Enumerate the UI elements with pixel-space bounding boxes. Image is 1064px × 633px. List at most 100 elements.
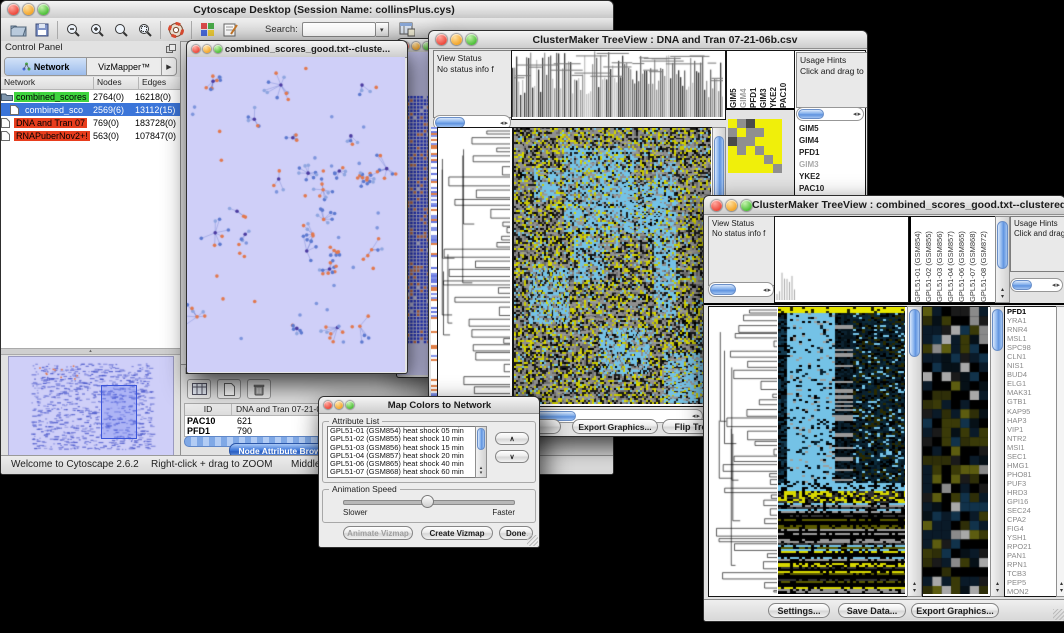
gene-label[interactable]: SEC1 [1007, 452, 1058, 461]
search-input[interactable] [302, 22, 376, 37]
vizmapper-button[interactable] [195, 20, 219, 40]
tv2-action-button[interactable]: Export Graphics... [911, 603, 999, 618]
tv1-row-label[interactable]: GIM4 [799, 135, 824, 147]
attribute-list-item[interactable]: GPL51-03 (GSM856) heat shock 15 min [328, 444, 486, 452]
matrix-cell[interactable] [746, 128, 755, 137]
network-list-row[interactable]: DNA and Tran 07 769(0) 183728(0) [1, 116, 180, 129]
matrix-cell[interactable] [746, 155, 755, 164]
move-down-button[interactable]: ∨ [495, 450, 529, 463]
matrix-cell[interactable] [737, 137, 746, 146]
scroll-left-icon[interactable]: ◂ [500, 119, 504, 127]
gene-label[interactable]: RPN1 [1007, 560, 1058, 569]
matrix-cell[interactable] [773, 119, 782, 128]
close-button[interactable] [436, 34, 447, 45]
delete-attribute-button[interactable] [247, 379, 271, 399]
tv2-column-label[interactable]: GPL51-01 (GSM854) [913, 220, 924, 302]
tv2-column-label[interactable]: GPL51-07 (GSM868) [968, 220, 979, 302]
matrix-cell[interactable] [746, 146, 755, 155]
tv2-column-label[interactable]: GPL51-03 (GSM856) [935, 220, 946, 302]
matrix-cell[interactable] [746, 119, 755, 128]
tv2-column-label[interactable]: GPL51-06 (GSM865) [957, 220, 968, 302]
tv2-row-dendrogram-pane[interactable] [708, 306, 780, 597]
gene-label[interactable]: YRA1 [1007, 316, 1058, 325]
tv1-row-label[interactable]: PFD1 [799, 147, 824, 159]
tv2-column-label[interactable]: GPL51-08 (GSM872) [979, 220, 990, 302]
gene-label[interactable]: SPC98 [1007, 343, 1058, 352]
gene-label[interactable]: GPI16 [1007, 497, 1058, 506]
tv1-row-label[interactable]: PAC10 [799, 183, 824, 195]
matrix-cell[interactable] [728, 119, 737, 128]
gene-label[interactable]: MSI1 [1007, 443, 1058, 452]
gene-label[interactable]: PUF3 [1007, 479, 1058, 488]
treeview2-titlebar[interactable]: ClusterMaker TreeView : combined_scores_… [704, 196, 1064, 215]
tv1-hints-hscrollbar[interactable]: ◂▸ [796, 107, 864, 121]
matrix-cell[interactable] [755, 155, 764, 164]
network-overview-thumbnail[interactable] [8, 356, 174, 456]
zoom-button[interactable] [346, 401, 354, 409]
minimize-button[interactable] [23, 4, 34, 15]
matrix-cell[interactable] [737, 128, 746, 137]
zoom-button[interactable] [214, 45, 222, 53]
gene-label[interactable]: RNR4 [1007, 325, 1058, 334]
tv2-column-label[interactable]: GPL51-02 (GSM855) [924, 220, 935, 302]
zoom-fit-button[interactable] [109, 20, 133, 40]
gene-label[interactable]: NTR2 [1007, 434, 1058, 443]
tv2-detail-vscrollbar[interactable]: ▴▾ [990, 306, 1005, 597]
tv1-similarity-matrix[interactable] [728, 119, 782, 173]
matrix-cell[interactable] [728, 128, 737, 137]
minimize-button[interactable] [203, 45, 211, 53]
resize-grip[interactable] [1053, 609, 1064, 620]
zoom-button[interactable] [466, 34, 477, 45]
attribute-list[interactable]: GPL51-01 (GSM854) heat shock 05 minGPL51… [327, 426, 487, 478]
matrix-cell[interactable] [773, 155, 782, 164]
tab-vizmapper[interactable]: VizMapper™ [87, 58, 162, 75]
float-panel-icon[interactable] [166, 44, 176, 53]
gene-label[interactable]: ELG1 [1007, 379, 1058, 388]
gene-label[interactable]: MON2 [1007, 587, 1058, 596]
gene-label[interactable]: GTB1 [1007, 397, 1058, 406]
matrix-cell[interactable] [755, 146, 764, 155]
matrix-cell[interactable] [773, 128, 782, 137]
minimize-button[interactable] [412, 42, 420, 50]
matrix-cell[interactable] [737, 164, 746, 173]
close-button[interactable] [8, 4, 19, 15]
attribute-list-item[interactable]: GPL51-06 (GSM865) heat shock 40 min [328, 460, 486, 468]
gene-label[interactable]: SEC24 [1007, 506, 1058, 515]
dialog-action-button[interactable]: Create Vizmap [421, 526, 493, 540]
tv2-column-dendrogram-pane[interactable] [774, 216, 909, 303]
column-header-network[interactable]: Network [1, 77, 94, 89]
tv1-column-dendrogram-pane[interactable] [511, 50, 726, 120]
network-window-titlebar[interactable]: combined_scores_good.txt--cluste... [187, 41, 407, 58]
dialog-action-button[interactable]: Animate Vizmap [343, 526, 413, 540]
zoom-in-button[interactable] [85, 20, 109, 40]
matrix-cell[interactable] [764, 128, 773, 137]
tv2-action-button[interactable]: Save Data... [838, 603, 906, 618]
tv2-heatmap-vscrollbar[interactable]: ▴▾ [907, 306, 922, 597]
tv1-column-label[interactable]: YKE2 [769, 54, 779, 108]
matrix-cell[interactable] [746, 137, 755, 146]
gene-label[interactable]: TCB3 [1007, 569, 1058, 578]
dialog-titlebar[interactable]: Map Colors to Network [319, 397, 539, 414]
minimize-button[interactable] [335, 401, 343, 409]
matrix-cell[interactable] [764, 137, 773, 146]
tv2-status-hscrollbar[interactable]: ◂▸ [708, 282, 774, 297]
attribute-browser-toggle-button[interactable] [395, 20, 419, 40]
zoom-selected-button[interactable] [133, 20, 157, 40]
open-session-button[interactable] [6, 20, 30, 40]
matrix-cell[interactable] [728, 146, 737, 155]
tv1-row-label[interactable]: YKE2 [799, 171, 824, 183]
network-view-canvas[interactable] [187, 57, 405, 372]
matrix-cell[interactable] [737, 146, 746, 155]
matrix-cell[interactable] [764, 155, 773, 164]
tv1-column-label[interactable]: GIM5 [729, 54, 739, 108]
search-dropdown-button[interactable]: ▾ [376, 22, 389, 37]
move-up-button[interactable]: ∧ [495, 432, 529, 445]
tv2-hints-hscrollbar[interactable]: ◂▸ [1010, 278, 1063, 292]
help-button[interactable] [164, 20, 188, 40]
tv2-heatmap-pane[interactable] [778, 306, 908, 597]
matrix-cell[interactable] [755, 137, 764, 146]
matrix-cell[interactable] [728, 137, 737, 146]
tv2-outer-vscrollbar[interactable]: ▴▾ [1056, 306, 1064, 597]
tv1-column-label[interactable]: PAC10 [779, 54, 789, 108]
gene-label[interactable]: CPA2 [1007, 515, 1058, 524]
